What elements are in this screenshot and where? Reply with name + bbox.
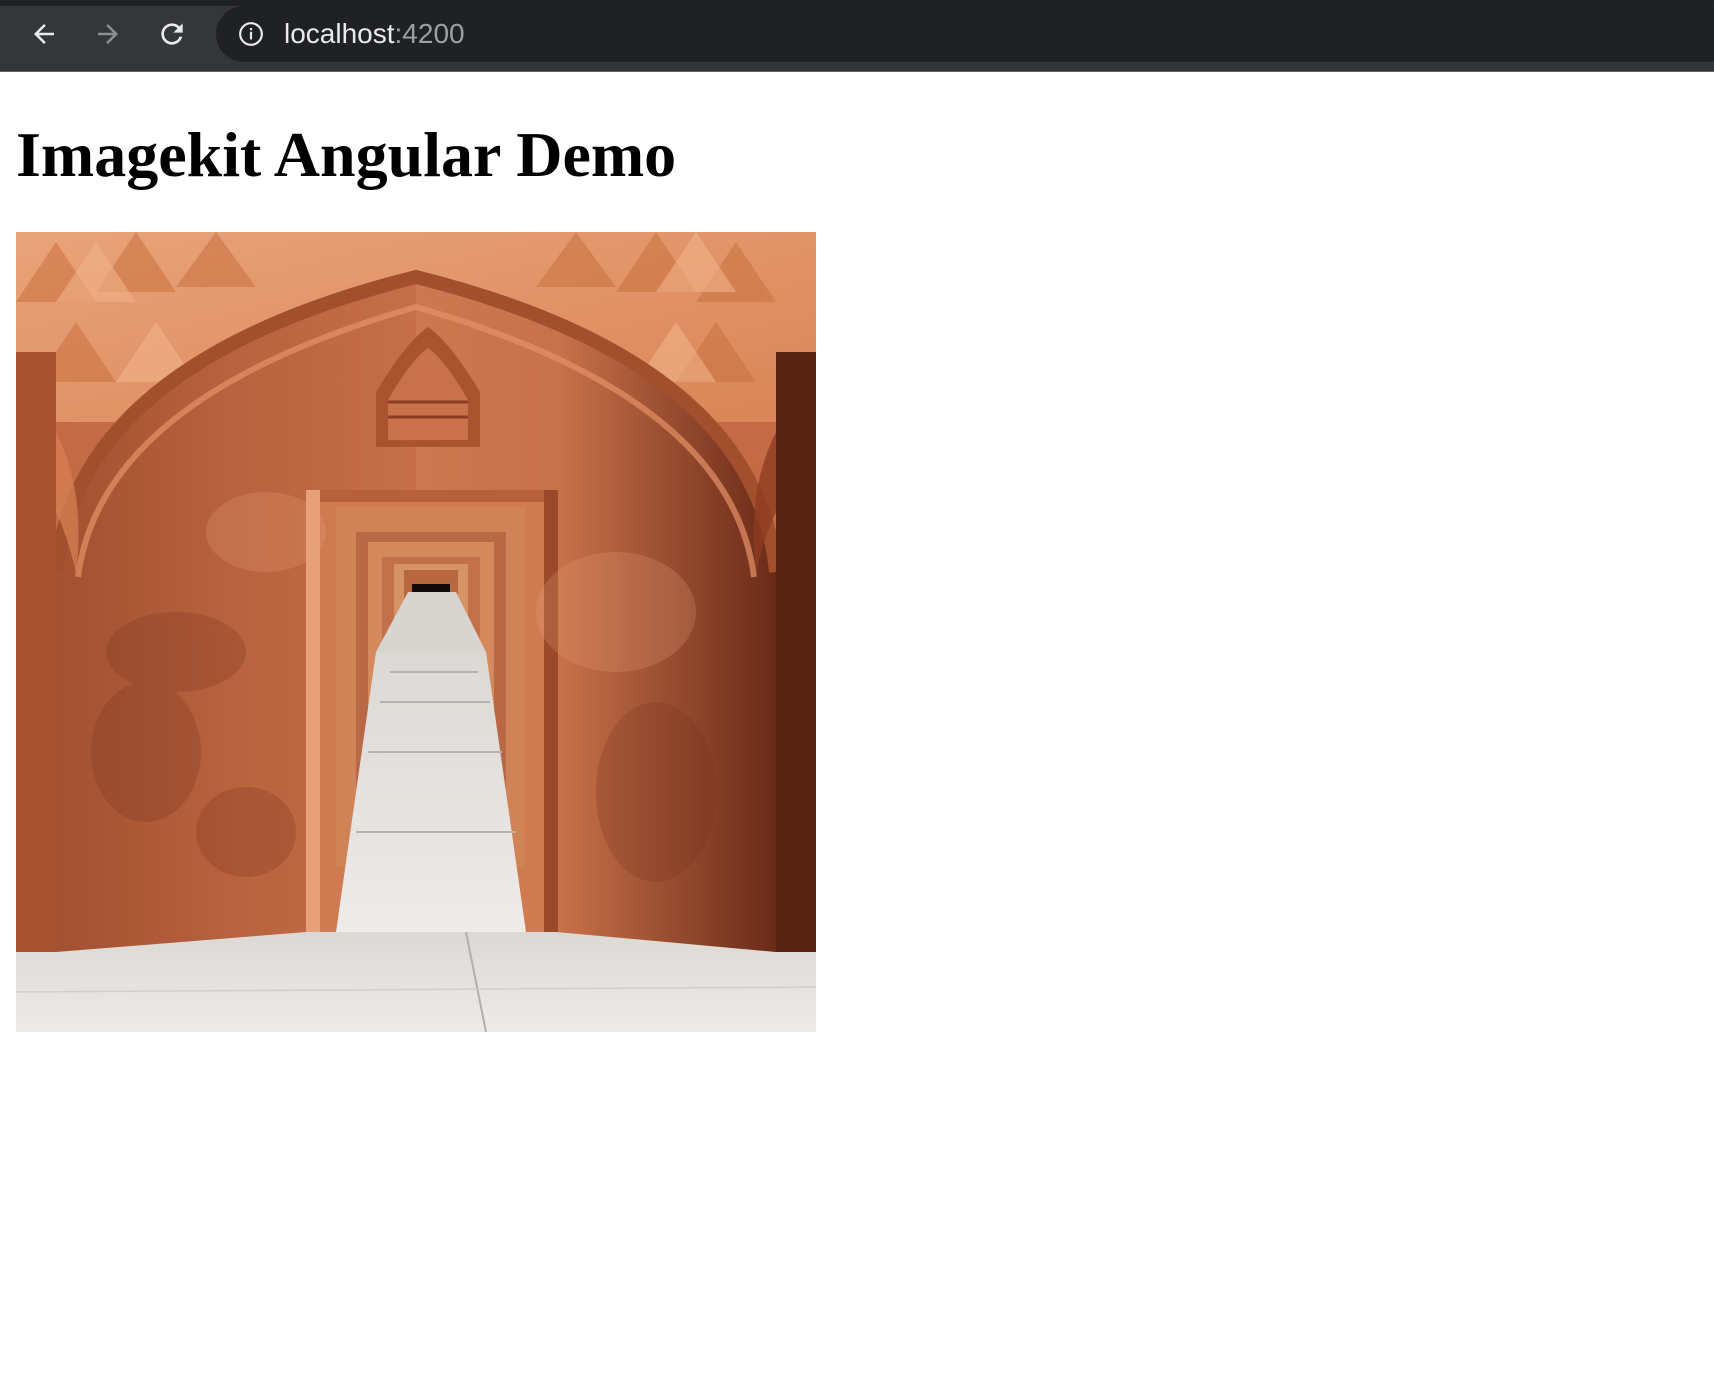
url-host: localhost [284, 18, 395, 49]
browser-toolbar: localhost:4200 [0, 0, 1714, 72]
url-text[interactable]: localhost:4200 [284, 19, 465, 49]
reload-icon [161, 23, 183, 45]
reload-button[interactable] [154, 16, 190, 52]
corridor-illustration [16, 232, 816, 1032]
url-port: :4200 [394, 18, 465, 49]
arrow-left-icon [34, 24, 54, 44]
address-bar[interactable]: localhost:4200 [216, 6, 1714, 62]
arrow-right-icon [98, 24, 118, 44]
page-title: Imagekit Angular Demo [16, 119, 677, 190]
back-button[interactable] [26, 16, 62, 52]
corridor-image [16, 232, 816, 1032]
page-content: Imagekit Angular Demo [0, 72, 1714, 1378]
info-icon[interactable] [238, 21, 264, 47]
forward-button[interactable] [90, 16, 126, 52]
